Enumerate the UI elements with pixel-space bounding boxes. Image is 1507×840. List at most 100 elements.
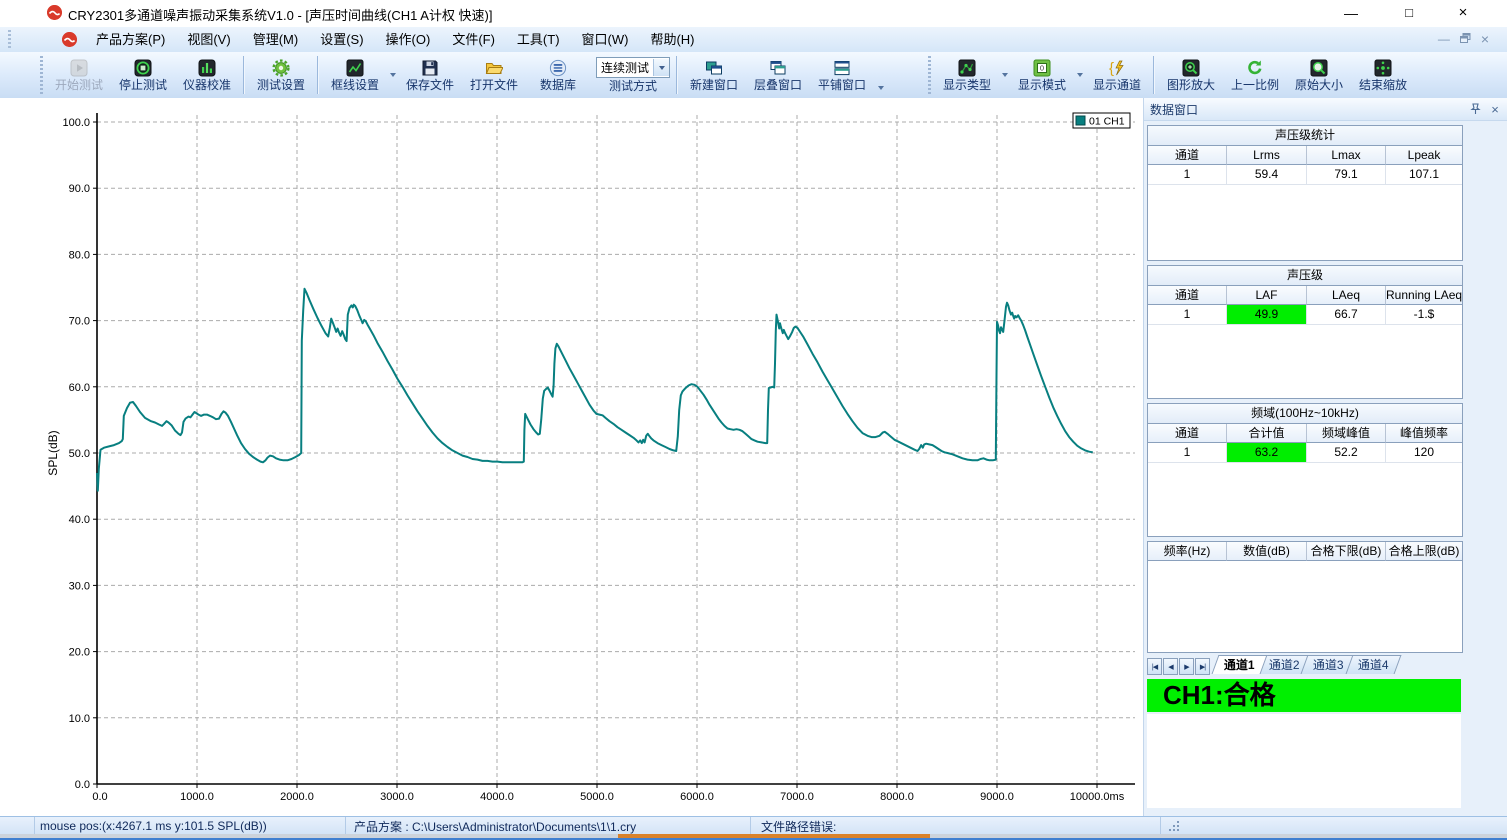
calibrate-button[interactable]: 仪器校准 <box>175 54 239 96</box>
panel-close-icon[interactable]: × <box>1487 101 1503 117</box>
display-type-label: 显示类型 <box>943 79 991 92</box>
cascade-icon <box>769 59 787 77</box>
column-header: 合计值 <box>1227 424 1307 443</box>
display-type-dropdown-arrow-icon[interactable] <box>999 55 1010 95</box>
menu-items: 产品方案(P)视图(V)管理(M)设置(S)操作(O)文件(F)工具(T)窗口(… <box>85 27 706 52</box>
menu-item-9[interactable]: 帮助(H) <box>639 27 705 52</box>
y-tick-label: 70.0 <box>69 316 90 328</box>
display-channel-button[interactable]: {显示通道 <box>1085 54 1149 96</box>
table-cell: -1.$ <box>1386 305 1462 325</box>
display-mode-button[interactable]: 0显示模式 <box>1010 54 1074 96</box>
legend-swatch <box>1076 116 1085 125</box>
toolbar-drag-handle[interactable] <box>40 56 45 94</box>
toolbar: 开始测试停止测试仪器校准测试设置框线设置保存文件打开文件数据库连续测试测试方式新… <box>0 52 1507 99</box>
cascade-windows-button[interactable]: 层叠窗口 <box>746 54 810 96</box>
chevron-down-icon[interactable] <box>653 59 669 76</box>
data-panel-title: 数据窗口 <box>1144 101 1467 118</box>
prev-scale-button[interactable]: 上一比例 <box>1223 54 1287 96</box>
database-button[interactable]: 数据库 <box>526 54 590 96</box>
menu-item-5[interactable]: 操作(O) <box>375 27 442 52</box>
menu-item-8[interactable]: 窗口(W) <box>571 27 640 52</box>
display-mode-dropdown-arrow-icon[interactable] <box>1074 55 1085 95</box>
close-button[interactable]: × <box>1450 2 1476 24</box>
mouse-position-status: mouse pos:(x:4267.1 ms y:101.5 SPL(dB)) <box>34 817 345 835</box>
tab-channel-4[interactable]: 通道4 <box>1346 655 1402 674</box>
stat-table-1: 声压级统计通道LrmsLmaxLpeak159.479.1107.1 <box>1147 125 1463 261</box>
stat-table-title: 声压级 <box>1148 266 1462 286</box>
mdi-restore-icon[interactable] <box>1460 31 1471 47</box>
play-icon <box>70 59 88 77</box>
table-cell: 63.2 <box>1227 443 1307 463</box>
menubar-drag-handle[interactable] <box>8 30 13 49</box>
zoom-graph-button[interactable]: 图形放大 <box>1159 54 1223 96</box>
database-label: 数据库 <box>540 79 576 92</box>
menu-item-3[interactable]: 管理(M) <box>242 27 310 52</box>
toolbar-drag-handle[interactable] <box>928 56 933 94</box>
menu-item-7[interactable]: 工具(T) <box>506 27 571 52</box>
display-mode-icon: 0 <box>1033 59 1051 77</box>
tab-nav-prev-icon[interactable]: ◀ <box>1163 658 1178 675</box>
stop-test-button[interactable]: 停止测试 <box>111 54 175 96</box>
y-tick-label: 40.0 <box>69 514 90 526</box>
open-file-label: 打开文件 <box>470 79 518 92</box>
display-channel-label: 显示通道 <box>1093 79 1141 92</box>
column-header: 峰值频率 <box>1386 424 1462 443</box>
frame-settings-dropdown-arrow-icon[interactable] <box>387 55 398 95</box>
tile-windows-button[interactable]: 平铺窗口 <box>810 54 874 96</box>
mdi-close-button[interactable]: × <box>1481 31 1489 47</box>
tab-nav-first-icon[interactable]: |◀ <box>1147 658 1162 675</box>
table-header-row: 通道LAFLAeqRunning LAeq <box>1148 286 1462 305</box>
original-size-button[interactable]: 原始大小 <box>1287 54 1351 96</box>
app-window: CRY2301多通道噪声振动采集系统V1.0 - [声压时间曲线(CH1 A计权… <box>0 0 1507 840</box>
table-cell: 52.2 <box>1307 443 1386 463</box>
tab-nav-last-icon[interactable]: ▶| <box>1195 658 1210 675</box>
x-tick-label: 3000.0 <box>380 791 414 803</box>
statusbar-spacer <box>0 817 34 835</box>
statusbar: mouse pos:(x:4267.1 ms y:101.5 SPL(dB)) … <box>0 816 1507 835</box>
test-mode-select[interactable]: 连续测试 <box>596 57 670 78</box>
table-cell: 1 <box>1148 443 1227 463</box>
tab-label: 通道2 <box>1269 656 1300 674</box>
panel-blocks: 声压级统计通道LrmsLmaxLpeak159.479.1107.1 声压级通道L… <box>1144 125 1507 653</box>
column-header: 合格上限(dB) <box>1386 542 1462 561</box>
display-type-button[interactable]: 显示类型 <box>935 54 999 96</box>
y-tick-label: 90.0 <box>69 183 90 195</box>
pin-icon[interactable] <box>1467 101 1483 117</box>
mdi-minimize-button[interactable]: — <box>1438 31 1450 47</box>
resize-grip[interactable] <box>1169 821 1181 831</box>
new-window-icon <box>705 59 723 77</box>
table-cell: 79.1 <box>1307 165 1386 185</box>
frame-settings-label: 框线设置 <box>331 79 379 92</box>
table-cell: 120 <box>1386 443 1462 463</box>
minimize-button[interactable]: — <box>1338 2 1364 24</box>
magnifier-icon <box>1310 59 1328 77</box>
new-window-label: 新建窗口 <box>690 79 738 92</box>
test-settings-button[interactable]: 测试设置 <box>249 54 313 96</box>
gear-icon <box>272 59 290 77</box>
menu-app-icon <box>62 32 77 47</box>
menu-item-1[interactable]: 产品方案(P) <box>85 27 176 52</box>
open-file-button[interactable]: 打开文件 <box>462 54 526 96</box>
column-header: 频率(Hz) <box>1148 542 1227 561</box>
end-zoom-button[interactable]: 结束缩放 <box>1351 54 1415 96</box>
tab-nav-next-icon[interactable]: ▶ <box>1179 658 1194 675</box>
start-test-label: 开始测试 <box>55 79 103 92</box>
frame-settings-button[interactable]: 框线设置 <box>323 54 387 96</box>
menu-item-2[interactable]: 视图(V) <box>176 27 241 52</box>
end-zoom-icon <box>1374 59 1392 77</box>
maximize-button[interactable]: □ <box>1396 2 1422 24</box>
toolbar-separator <box>1153 56 1155 94</box>
plot-area[interactable] <box>97 115 1135 784</box>
save-file-button[interactable]: 保存文件 <box>398 54 462 96</box>
tab-channel-1[interactable]: 通道1 <box>1212 655 1268 674</box>
column-header: 数值(dB) <box>1227 542 1307 561</box>
toolbar-separator <box>676 56 678 94</box>
x-tick-label: 7000.0 <box>780 791 814 803</box>
menu-item-6[interactable]: 文件(F) <box>441 27 506 52</box>
toolbar-overflow-chevron-icon[interactable] <box>874 54 888 96</box>
new-window-button[interactable]: 新建窗口 <box>682 54 746 96</box>
app-icon <box>47 5 62 20</box>
x-tick-label: 6000.0 <box>680 791 714 803</box>
column-header: Lrms <box>1227 146 1307 165</box>
menu-item-4[interactable]: 设置(S) <box>309 27 374 52</box>
